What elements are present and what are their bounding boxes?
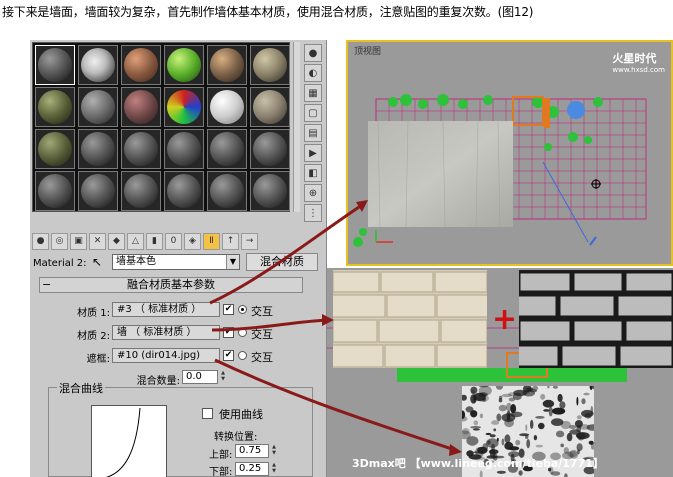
annotation-arrows [209,200,462,456]
page: 接下来是墙面，墙面较为复杂，首先制作墙体基本材质，使用混合材质，注意贴图的重复次… [0,0,673,477]
arrow-material1 [209,203,363,305]
arrow-mask [214,358,456,452]
arrow-material2 [211,318,329,332]
bottom-watermark: 3Dmax吧 【www.lineeg.com/tieba/1771】 [352,457,604,470]
